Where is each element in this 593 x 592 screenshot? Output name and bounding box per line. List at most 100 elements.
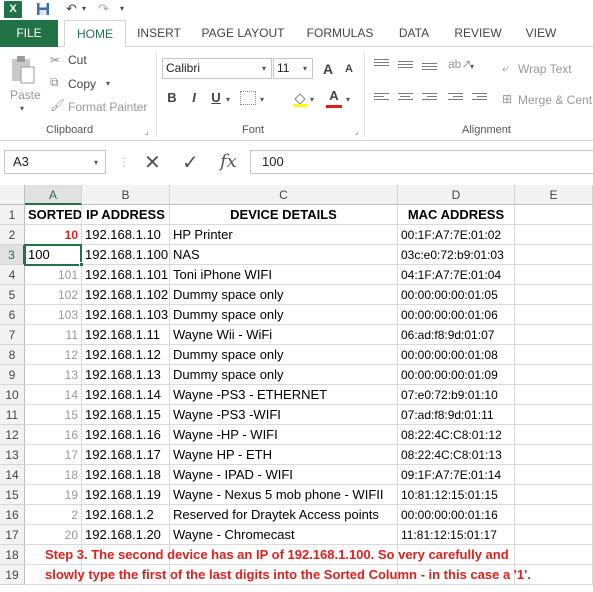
font-size-dropdown-icon[interactable]: ▾ (303, 64, 307, 73)
cell-e[interactable] (515, 345, 593, 365)
cell-sorted[interactable]: 14 (25, 385, 82, 405)
customize-qat-icon[interactable]: ▾ (120, 0, 124, 18)
paste-dropdown-icon[interactable]: ▾ (20, 104, 24, 113)
italic-button[interactable]: I (186, 90, 202, 105)
tab-formulas[interactable]: FORMULAS (300, 20, 380, 47)
row-header-17[interactable]: 17 (0, 525, 25, 545)
cell-device[interactable]: Wayne -PS3 - ETHERNET (170, 385, 398, 405)
cell-ip[interactable]: 192.168.1.102 (82, 285, 170, 305)
cell-mac[interactable]: 03c:e0:72:b9:01:03 (398, 245, 515, 265)
cell-device[interactable]: HP Printer (170, 225, 398, 245)
header-cell-ip[interactable]: IP ADDRESS (82, 205, 170, 225)
redo-icon[interactable]: ↷ (98, 0, 109, 18)
cell-mac[interactable]: 00:00:00:00:01:05 (398, 285, 515, 305)
row-header-12[interactable]: 12 (0, 425, 25, 445)
cell-ip[interactable]: 192.168.1.17 (82, 445, 170, 465)
cell-sorted[interactable]: 17 (25, 445, 82, 465)
cell-mac[interactable]: 00:00:00:00:01:08 (398, 345, 515, 365)
save-icon[interactable] (36, 0, 50, 18)
cell-sorted[interactable]: 16 (25, 425, 82, 445)
cell-sorted[interactable]: 12 (25, 345, 82, 365)
cell-ip[interactable]: 192.168.1.18 (82, 465, 170, 485)
header-cell-sorted[interactable]: SORTED (25, 205, 82, 225)
cell-mac[interactable]: 08:22:4C:C8:01:12 (398, 425, 515, 445)
cell-device[interactable]: Reserved for Draytek Access points (170, 505, 398, 525)
cell-mac[interactable]: 04:1F:A7:7E:01:04 (398, 265, 515, 285)
wrap-text-button[interactable]: Wrap Text (518, 62, 572, 76)
cell-mac[interactable]: 07:ad:f8:9d:01:11 (398, 405, 515, 425)
wrap-text-icon[interactable]: ⤶ (502, 61, 509, 76)
fill-color-icon[interactable] (292, 91, 308, 107)
cell-mac[interactable]: 08:22:4C:C8:01:13 (398, 445, 515, 465)
borders-icon[interactable] (240, 91, 256, 105)
cell-e[interactable] (515, 465, 593, 485)
cell-e[interactable] (515, 225, 593, 245)
align-left-icon[interactable] (374, 93, 389, 104)
cell-e[interactable] (515, 325, 593, 345)
cell-device[interactable]: Dummy space only (170, 345, 398, 365)
tab-data[interactable]: DATA (389, 20, 439, 47)
cell-device[interactable]: Wayne Wii - WiFi (170, 325, 398, 345)
cell-sorted[interactable]: 11 (25, 325, 82, 345)
row-header-1[interactable]: 1 (0, 205, 25, 225)
format-painter-icon[interactable]: 🖌 (50, 98, 65, 112)
orientation-dropdown-icon[interactable]: ▾ (470, 62, 474, 71)
bold-button[interactable]: B (164, 90, 180, 105)
cell-mac[interactable]: 00:00:00:00:01:09 (398, 365, 515, 385)
row-header-11[interactable]: 11 (0, 405, 25, 425)
fill-handle[interactable] (79, 262, 84, 267)
cell-e[interactable] (515, 505, 593, 525)
orientation-icon[interactable]: ab↗ (448, 57, 471, 71)
name-box-dropdown-icon[interactable]: ▾ (94, 158, 98, 167)
cell-ip[interactable]: 192.168.1.2 (82, 505, 170, 525)
cell-sorted[interactable]: 103 (25, 305, 82, 325)
cell-e[interactable] (515, 245, 593, 265)
cell-device[interactable]: Toni iPhone WIFI (170, 265, 398, 285)
underline-button[interactable]: U (208, 90, 224, 105)
cell-sorted[interactable]: 10 (25, 225, 82, 245)
increase-indent-icon[interactable] (472, 93, 487, 104)
row-header-18[interactable]: 18 (0, 545, 25, 565)
cut-button[interactable]: Cut (68, 53, 87, 67)
header-cell-mac[interactable]: MAC ADDRESS (398, 205, 515, 225)
format-painter-button[interactable]: Format Painter (68, 100, 147, 114)
row-header-13[interactable]: 13 (0, 445, 25, 465)
fill-color-dropdown-icon[interactable]: ▾ (310, 95, 314, 104)
undo-dropdown-icon[interactable]: ▾ (82, 0, 86, 18)
name-box[interactable]: A3 (4, 150, 106, 174)
cell-mac[interactable]: 00:1F:A7:7E:01:02 (398, 225, 515, 245)
cell-mac[interactable]: 00:00:00:00:01:16 (398, 505, 515, 525)
column-header-a[interactable]: A (25, 185, 82, 205)
align-center-icon[interactable] (398, 93, 413, 104)
cell-e[interactable] (515, 445, 593, 465)
cell-sorted[interactable]: 20 (25, 525, 82, 545)
align-right-icon[interactable] (422, 93, 437, 104)
column-header-b[interactable]: B (82, 185, 170, 205)
cell-ip[interactable]: 192.168.1.15 (82, 405, 170, 425)
middle-align-icon[interactable] (398, 61, 413, 72)
cut-icon[interactable]: ✂ (50, 53, 60, 67)
cancel-icon[interactable]: ✕ (144, 150, 161, 175)
cell-device[interactable]: Wayne HP - ETH (170, 445, 398, 465)
copy-icon[interactable]: ⧉ (50, 75, 59, 90)
borders-dropdown-icon[interactable]: ▾ (260, 95, 264, 104)
formula-input[interactable]: 100 (250, 150, 593, 174)
copy-dropdown-icon[interactable]: ▾ (106, 79, 110, 88)
cell-e[interactable] (515, 265, 593, 285)
tab-home[interactable]: HOME (64, 20, 126, 48)
row-header-5[interactable]: 5 (0, 285, 25, 305)
cell-e[interactable] (515, 405, 593, 425)
enter-icon[interactable]: ✓ (182, 150, 199, 175)
cell-ip[interactable]: 192.168.1.12 (82, 345, 170, 365)
cell-mac[interactable]: 09:1F:A7:7E:01:14 (398, 465, 515, 485)
decrease-indent-icon[interactable] (448, 93, 463, 104)
paste-label[interactable]: Paste (10, 88, 41, 102)
cell-device[interactable]: Wayne - IPAD - WIFI (170, 465, 398, 485)
bottom-align-icon[interactable] (422, 63, 437, 74)
cell-e[interactable] (515, 285, 593, 305)
cell-device[interactable]: Wayne - Nexus 5 mob phone - WIFII (170, 485, 398, 505)
font-name-input[interactable]: Calibri (162, 58, 272, 79)
tab-review[interactable]: REVIEW (448, 20, 508, 47)
merge-center-button[interactable]: Merge & Cent (518, 93, 592, 107)
cell-device[interactable]: NAS (170, 245, 398, 265)
